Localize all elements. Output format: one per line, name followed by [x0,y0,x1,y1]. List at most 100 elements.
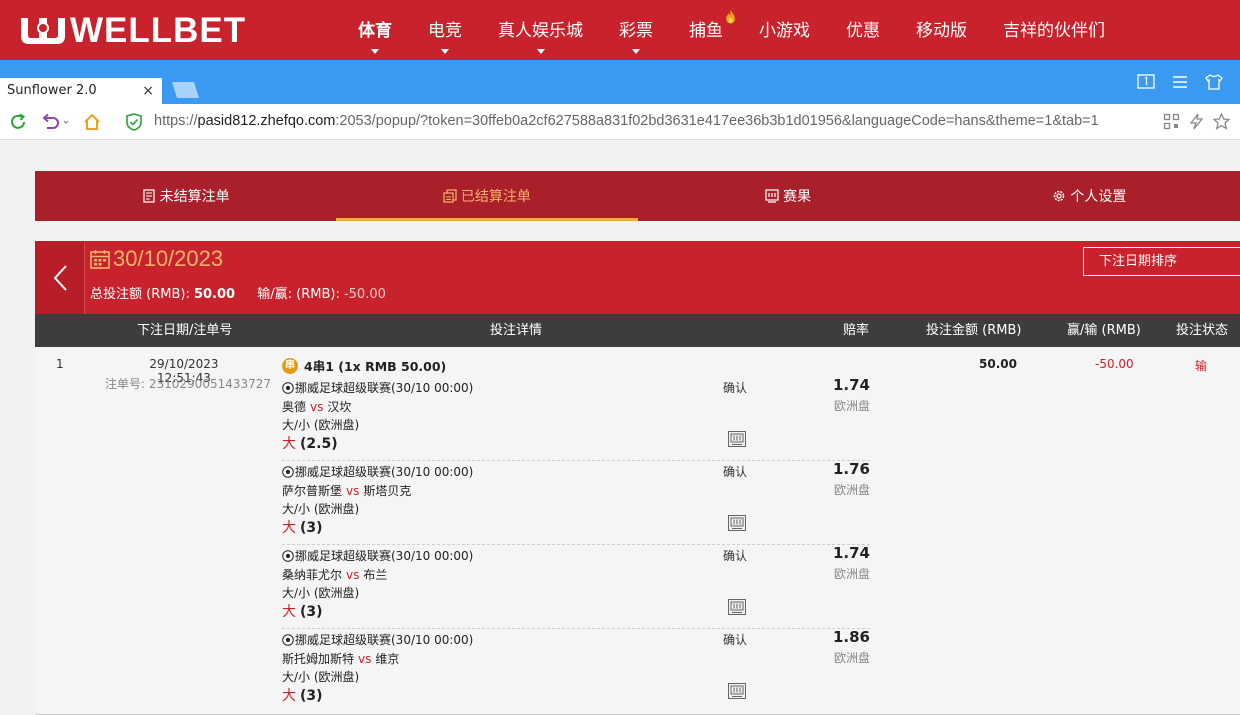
soccer-ball-icon [282,549,294,562]
bet-row: 1 29/10/2023 12:51:43 注单号: 2310290051433… [35,347,1240,715]
total-stake-label: 总投注额 (RMB): [90,287,190,302]
match-teams: 斯托姆加斯特 vs 维京 [282,650,399,667]
tab-label: 未结算注单 [159,189,230,205]
league-name: 挪威足球超级联赛(30/10 00:00) [295,549,474,563]
league-name: 挪威足球超级联赛(30/10 00:00) [295,633,474,647]
row-index: 1 [56,357,64,371]
match-teams: 奥德 vs 汉坎 [282,398,351,415]
parlay-leg: 挪威足球超级联赛(30/10 00:00) 斯托姆加斯特 vs 维京 大/小 (欧洲… [282,628,870,713]
vs-label: vs [358,652,372,666]
leg-odds: 1.74 [832,544,870,562]
bet-number: 注单号: 2310290051433727 [105,375,271,392]
bet-number-label: 注单号: [105,377,146,391]
market-type: 大/小 (欧洲盘) [282,670,360,684]
tab-results[interactable]: 赛果 [638,171,939,221]
winloss-value: -50.00 [343,287,386,302]
url-field[interactable]: https://pasid812.zhefqo.com:2053/popup/?… [154,113,1099,129]
scoreboard-icon [765,189,779,203]
nav-label: 捕鱼 [689,21,723,41]
selection-line: (3) [300,604,323,620]
new-tab-icon[interactable] [172,82,199,98]
market-type: 大/小 (欧洲盘) [282,586,360,600]
nav-sports[interactable]: 体育 [340,0,410,60]
selection-side: 大 [282,688,296,704]
address-bar-tools [1163,113,1230,130]
nav-mini-games[interactable]: 小游戏 [741,0,828,60]
calendar-icon [90,250,110,269]
match-result-icon[interactable] [728,683,746,699]
col-bet-details: 投注详情 [490,323,543,338]
nav-promotions[interactable]: 优惠 [828,0,898,60]
fire-icon [726,10,735,24]
nav-label: 体育 [358,21,392,41]
back-button[interactable] [35,241,85,314]
match-result-icon[interactable] [728,431,746,447]
tab-unsettled-bets[interactable]: 未结算注单 [35,171,336,221]
parlay-badge-icon: 串 [282,357,298,374]
leg-status: 确认 [723,633,748,647]
chevron-down-icon [371,49,379,54]
league: 挪威足球超级联赛(30/10 00:00) [282,631,473,648]
bet-stake: 50.00 [979,357,1017,371]
vs-label: vs [346,568,360,582]
nav-live-casino[interactable]: 真人娱乐城 [480,0,601,60]
receipt-icon [143,189,155,203]
address-bar: https://pasid812.zhefqo.com:2053/popup/?… [0,104,1240,140]
nav-partners[interactable]: 吉祥的伙伴们 [985,0,1123,60]
nav-mobile[interactable]: 移动版 [898,0,985,60]
browser-tab[interactable]: Sunflower 2.0 × [0,78,162,104]
odds-type: 欧洲盘 [833,399,870,413]
logo-text: WELLBET [70,11,247,50]
nav-esports[interactable]: 电竞 [410,0,480,60]
copy-icon [443,189,457,203]
tab-settled-bets[interactable]: 已结算注单 [336,171,638,221]
parlay-leg: 挪威足球超级联赛(30/10 00:00) 萨尔普斯堡 vs 斯塔贝克 大/小 (欧… [282,460,870,545]
lightning-icon[interactable] [1188,113,1205,130]
skin-icon[interactable] [1204,74,1224,90]
selection-line: (3) [300,688,323,704]
menu-icon[interactable] [1170,74,1190,90]
tab-personal-settings[interactable]: 个人设置 [939,171,1240,221]
col-date-betno: 下注日期/注单号 [137,323,233,338]
col-status: 投注状态 [1176,323,1229,338]
tab-label: 赛果 [783,189,812,205]
soccer-ball-icon [282,465,294,478]
match-result-icon[interactable] [728,599,746,615]
qr-code-icon[interactable] [1163,113,1180,130]
market-type: 大/小 (欧洲盘) [282,418,360,432]
col-odds: 赔率 [843,323,870,338]
away-team: 布兰 [363,568,388,582]
main-nav: 体育 电竞 真人娱乐城 彩票 捕鱼 小游戏 优惠 移动版 吉祥的伙伴们 [340,0,1123,60]
sort-dropdown[interactable]: 下注日期排序 [1083,247,1240,276]
star-icon[interactable] [1213,113,1230,130]
parlay-leg: 挪威足球超级联赛(30/10 00:00) 奥德 vs 汉坎 大/小 (欧洲盘) 大… [282,376,870,461]
chevron-down-icon [441,49,449,54]
nav-label: 彩票 [619,21,653,41]
home-team: 桑纳菲尤尔 [282,568,343,582]
undo-icon[interactable] [40,113,70,131]
tab-count-icon[interactable] [1136,74,1156,90]
nav-lottery[interactable]: 彩票 [601,0,671,60]
league-name: 挪威足球超级联赛(30/10 00:00) [295,381,474,395]
home-icon[interactable] [83,113,101,131]
wellbet-logo[interactable]: WELLBET [18,11,247,50]
league: 挪威足球超级联赛(30/10 00:00) [282,547,473,564]
market-type: 大/小 (欧洲盘) [282,502,360,516]
chevron-down-icon [536,49,545,54]
close-icon[interactable]: × [142,78,154,104]
home-team: 奥德 [282,400,307,414]
secure-shield-icon[interactable] [126,113,142,131]
url-path: :2053/popup/?token=30ffeb0a2cf627588a831… [335,113,1099,129]
home-team: 斯托姆加斯特 [282,652,355,666]
selection: 大 (3) [282,685,323,705]
selection-line: (3) [300,520,323,536]
gear-icon [1054,190,1065,202]
refresh-icon[interactable] [9,113,27,131]
bet-status: 输 [1195,359,1208,373]
tab-label: 已结算注单 [460,189,531,205]
selection: 大 (2.5) [282,433,338,453]
nav-fishing[interactable]: 捕鱼 [671,0,741,60]
browser-tab-bar: Sunflower 2.0 × [0,60,1240,104]
match-result-icon[interactable] [728,515,746,531]
site-header: WELLBET 体育 电竞 真人娱乐城 彩票 捕鱼 小游戏 优惠 移动版 吉祥的… [0,0,1240,60]
